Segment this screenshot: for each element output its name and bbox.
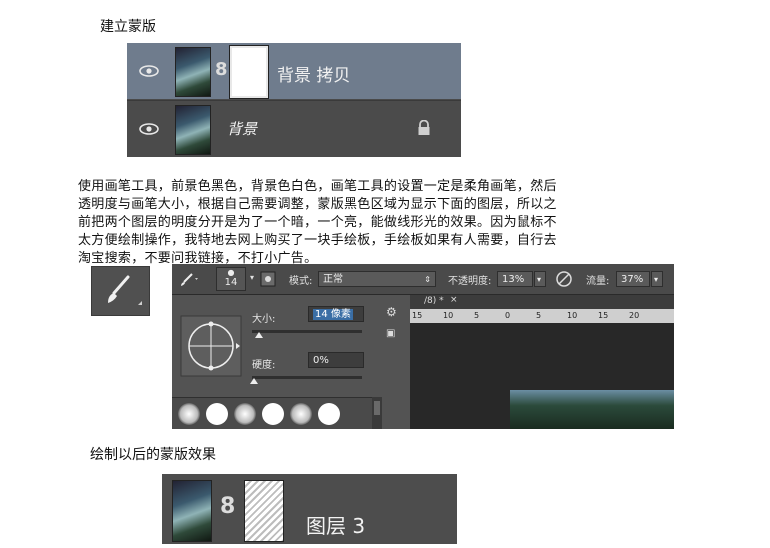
ruler-tick: 15 xyxy=(412,311,423,320)
brush-angle-preview[interactable] xyxy=(180,315,242,377)
size-label: 大小: xyxy=(252,314,276,325)
slider-handle-icon[interactable] xyxy=(255,332,263,338)
chain-link-icon[interactable]: 8 xyxy=(215,59,228,80)
ruler-tick: 0 xyxy=(505,311,511,320)
hardness-label: 硬度: xyxy=(252,360,276,371)
updown-arrow-icon: ⇕ xyxy=(424,275,431,284)
mode-label: 模式: xyxy=(289,276,313,287)
brush-icon xyxy=(108,275,142,305)
dropdown-arrow-icon[interactable]: ▾ xyxy=(250,273,254,282)
ruler-tick: 15 xyxy=(598,311,609,320)
brush-options-panel: ● 14 ▾ 模式: 正常 ⇕ 不透明度: 13% ▾ 流量: 37% ▾ 大小… xyxy=(172,264,674,429)
ruler-tick: 10 xyxy=(443,311,454,320)
mode-select[interactable]: 正常 ⇕ xyxy=(318,271,436,287)
layers-panel: 8 背景 拷贝 背景 xyxy=(127,43,461,157)
brush-preset-icon[interactable] xyxy=(178,271,200,287)
ruler-tick: 20 xyxy=(629,311,640,320)
document-canvas[interactable]: /8) * × 15 10 5 0 5 10 15 20 xyxy=(410,295,674,429)
opacity-dropdown-icon[interactable]: ▾ xyxy=(534,271,546,287)
ruler-tick: 5 xyxy=(474,311,480,320)
ruler-tick: 5 xyxy=(536,311,542,320)
layer-thumbnail[interactable] xyxy=(172,480,212,542)
hardness-slider[interactable] xyxy=(252,376,362,379)
layer-row-background[interactable]: 背景 xyxy=(127,100,461,157)
opacity-label: 不透明度: xyxy=(448,276,492,287)
brush-preset-popup: 大小: 14 像素 ⚙ ▣ 硬度: 0% xyxy=(172,295,411,429)
options-bar: ● 14 ▾ 模式: 正常 ⇕ 不透明度: 13% ▾ 流量: 37% ▾ xyxy=(172,264,674,295)
layers-panel: 8 图层 3 xyxy=(162,474,457,544)
eye-icon[interactable] xyxy=(139,65,159,77)
brush-tool-button[interactable] xyxy=(91,266,150,316)
size-value: 14 像素 xyxy=(313,309,353,320)
paragraph-line: 前把两个图层的明度分开是为了一个暗，一个亮，能做线形光的效果。因为鼠标不 xyxy=(78,215,557,230)
brush-panel-toggle-icon[interactable] xyxy=(260,271,276,287)
flow-label: 流量: xyxy=(586,276,610,287)
layer-thumbnail[interactable] xyxy=(175,47,211,97)
heading-mask-after: 绘制以后的蒙版效果 xyxy=(90,447,216,463)
layer-name[interactable]: 背景 拷贝 xyxy=(277,61,350,86)
canvas-photo xyxy=(510,390,674,429)
paragraph-line: 使用画笔工具，前景色黑色，背景色白色，画笔工具的设置一定是柔角画笔，然后 xyxy=(78,179,557,194)
brush-preset-hard[interactable] xyxy=(318,403,340,425)
horizontal-ruler: 15 10 5 0 5 10 15 20 xyxy=(410,309,674,323)
brush-preset-soft[interactable] xyxy=(234,403,256,425)
brush-size-picker[interactable]: ● 14 xyxy=(216,267,246,291)
brush-preset-soft[interactable] xyxy=(290,403,312,425)
hardness-input[interactable]: 0% xyxy=(308,352,364,368)
eye-icon[interactable] xyxy=(139,123,159,135)
brush-preset-hard[interactable] xyxy=(206,403,228,425)
flow-input[interactable]: 37% xyxy=(616,271,650,287)
instruction-paragraph: 使用画笔工具，前景色黑色，背景色白色，画笔工具的设置一定是柔角画笔，然后 透明度… xyxy=(78,178,698,268)
gear-icon[interactable]: ⚙ xyxy=(386,305,397,319)
brush-preset-soft[interactable] xyxy=(178,403,200,425)
preset-scrollbar[interactable] xyxy=(372,397,382,429)
layer-row-background-copy[interactable]: 8 背景 拷贝 xyxy=(127,43,461,99)
document-tab[interactable]: /8) * × xyxy=(410,295,674,309)
lock-icon xyxy=(418,120,430,135)
brush-preset-hard[interactable] xyxy=(262,403,284,425)
paragraph-line: 透明度与画笔大小，根据自己需要调整，蒙版黑色区域为显示下面的图层，所以之 xyxy=(78,197,557,212)
mask-thumbnail[interactable] xyxy=(229,45,269,99)
layer-thumbnail[interactable] xyxy=(175,105,211,155)
heading-create-mask: 建立蒙版 xyxy=(100,19,156,35)
flow-dropdown-icon[interactable]: ▾ xyxy=(651,271,663,287)
ruler-tick: 10 xyxy=(567,311,578,320)
size-input[interactable]: 14 像素 xyxy=(308,306,364,322)
brush-size-value: 14 xyxy=(224,277,238,288)
close-icon[interactable]: × xyxy=(450,295,458,305)
layer-name[interactable]: 背景 xyxy=(227,118,257,139)
slider-handle-icon[interactable] xyxy=(250,378,258,384)
tab-title: /8) * xyxy=(424,296,444,306)
opacity-input[interactable]: 13% xyxy=(497,271,533,287)
pressure-opacity-icon[interactable] xyxy=(555,270,573,288)
brush-preset-list xyxy=(172,397,372,429)
mask-thumbnail[interactable] xyxy=(244,480,284,542)
new-preset-icon[interactable]: ▣ xyxy=(386,328,395,339)
layer-name[interactable]: 图层 3 xyxy=(306,510,365,539)
chain-link-icon[interactable]: 8 xyxy=(220,494,235,519)
mode-value: 正常 xyxy=(323,274,343,285)
paragraph-line: 太方便绘制操作，我特地去网上购买了一块手绘板，手绘板如果有人需要，自行去 xyxy=(78,233,557,248)
size-slider[interactable] xyxy=(252,330,362,333)
